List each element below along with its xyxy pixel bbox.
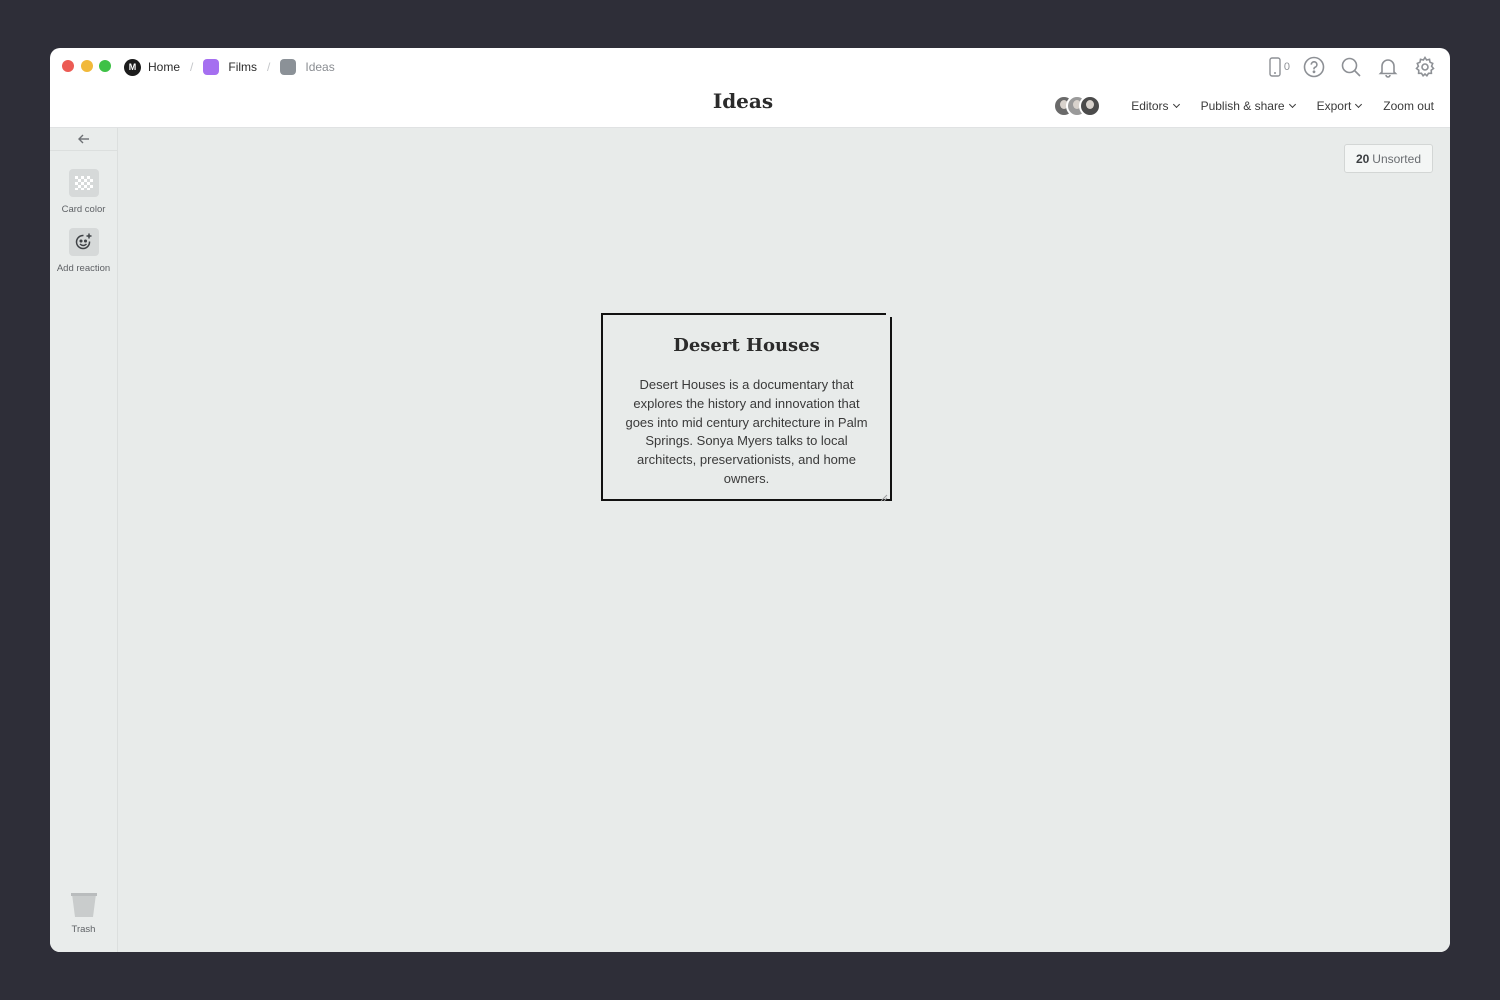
editor-avatars[interactable] [1053, 95, 1102, 117]
avatar [1079, 95, 1102, 117]
emoji-add-icon [75, 233, 91, 250]
resize-handle[interactable] [880, 489, 888, 502]
unsorted-count: 20 [1355, 151, 1370, 166]
collapse-sidebar-button[interactable] [50, 128, 117, 151]
card-color-tool[interactable]: Card color [50, 169, 117, 215]
top-bar: M Home / Films / Ideas 0 [50, 48, 1450, 84]
help-icon [1303, 56, 1325, 78]
trash-button[interactable]: Trash [50, 892, 117, 935]
add-reaction-label: Add reaction [56, 263, 111, 274]
app-window: M Home / Films / Ideas 0 Ideas Editors P… [50, 48, 1450, 952]
publish-share-label: Publish & share [1200, 99, 1285, 113]
board-color-icon [203, 59, 220, 75]
checkerboard-icon [74, 176, 93, 190]
breadcrumb: M Home / Films / Ideas [124, 57, 335, 77]
resize-grip-icon [880, 494, 888, 502]
search-button[interactable] [1338, 54, 1364, 80]
trash-icon [70, 893, 97, 917]
bell-icon [1378, 59, 1398, 78]
card-corner [886, 313, 892, 317]
settings-button[interactable] [1412, 54, 1438, 80]
breadcrumb-ideas-label: Ideas [305, 60, 335, 74]
chevron-down-icon [1355, 100, 1363, 109]
card-color-swatch [68, 169, 99, 197]
chevron-down-icon [1288, 100, 1296, 109]
top-icons: 0 [1269, 54, 1438, 80]
zoom-out-button[interactable]: Zoom out [1383, 99, 1434, 113]
publish-share-dropdown[interactable]: Publish & share [1200, 99, 1296, 113]
breadcrumb-ideas[interactable]: Ideas [280, 59, 335, 75]
arrow-left-icon [77, 134, 89, 144]
board-header: Ideas Editors Publish & share Export Zoo… [50, 84, 1450, 128]
tool-sidebar: Card color Add reaction Trash [50, 128, 118, 952]
device-count: 0 [1283, 61, 1290, 73]
card-title[interactable]: Desert Houses [603, 335, 890, 356]
notifications-button[interactable] [1375, 54, 1401, 80]
editors-label: Editors [1131, 99, 1169, 113]
minimize-window-button[interactable] [81, 60, 93, 72]
gear-icon [1415, 56, 1435, 78]
milanote-logo-icon: M [124, 58, 141, 76]
breadcrumb-home-label: Home [148, 60, 181, 74]
breadcrumb-separator: / [190, 60, 194, 74]
add-reaction-tool[interactable]: Add reaction [50, 228, 117, 274]
phone-icon [1269, 57, 1281, 77]
breadcrumb-films-label: Films [228, 60, 258, 74]
editors-dropdown[interactable]: Editors [1131, 99, 1180, 113]
board-color-icon [280, 59, 297, 75]
unsorted-label: Unsorted [1372, 151, 1421, 166]
export-dropdown[interactable]: Export [1316, 99, 1363, 113]
search-icon [1341, 57, 1361, 77]
unsorted-button[interactable]: 20 Unsorted [1343, 144, 1433, 173]
card-body[interactable]: Desert Houses is a documentary that expl… [621, 376, 872, 489]
header-actions: Editors Publish & share Export Zoom out [1053, 93, 1434, 119]
maximize-window-button[interactable] [99, 60, 111, 72]
close-window-button[interactable] [62, 60, 74, 72]
board-canvas[interactable]: 20 Unsorted Desert Houses Desert Houses … [118, 128, 1450, 952]
export-label: Export [1316, 99, 1352, 113]
breadcrumb-separator: / [267, 60, 271, 74]
chevron-down-icon [1172, 100, 1180, 109]
breadcrumb-films[interactable]: Films [203, 59, 257, 75]
trash-label: Trash [71, 924, 96, 935]
add-reaction-box [68, 228, 99, 256]
mobile-app-button[interactable]: 0 [1269, 57, 1290, 77]
zoom-out-label: Zoom out [1383, 99, 1434, 113]
note-card[interactable]: Desert Houses Desert Houses is a documen… [601, 313, 892, 502]
breadcrumb-home[interactable]: M Home [124, 58, 181, 76]
help-button[interactable] [1301, 54, 1327, 80]
card-color-label: Card color [61, 204, 106, 215]
